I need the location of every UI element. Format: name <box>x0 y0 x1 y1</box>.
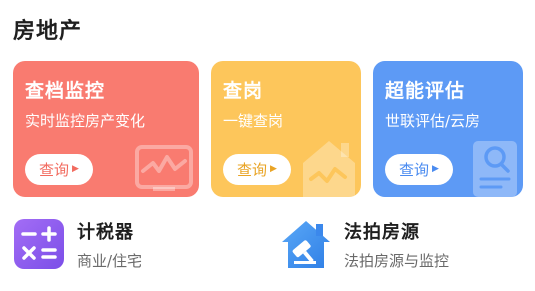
card-subtitle: 一键查岗 <box>223 112 284 130</box>
chart-monitor-icon <box>135 145 193 191</box>
tool-title: 法拍房源 <box>344 222 420 243</box>
arrow-right-icon: ▶ <box>72 164 79 174</box>
tool-title: 计税器 <box>77 222 134 243</box>
tool-subtitle: 商业/住宅 <box>77 252 143 270</box>
query-button[interactable]: 查询 ▶ <box>385 154 453 185</box>
card-check-post[interactable]: 查岗 一键查岗 查询 ▶ <box>211 61 361 197</box>
document-search-icon <box>473 141 517 197</box>
arrow-right-icon: ▶ <box>270 164 277 174</box>
tool-tax-calculator[interactable]: 计税器 商业/住宅 <box>13 214 253 274</box>
section-title: 房地产 <box>13 19 83 44</box>
query-button-label: 查询 <box>237 161 268 179</box>
card-subtitle: 世联评估/云房 <box>385 112 481 130</box>
calculator-icon <box>14 219 64 269</box>
query-button-label: 查询 <box>399 161 430 179</box>
tool-subtitle: 法拍房源与监控 <box>344 252 450 270</box>
card-title: 超能评估 <box>385 80 466 102</box>
card-archive-monitor[interactable]: 查档监控 实时监控房产变化 查询 ▶ <box>13 61 199 197</box>
tool-foreclosure-listings[interactable]: 法拍房源 法拍房源与监控 <box>280 214 520 274</box>
query-button-label: 查询 <box>39 161 70 179</box>
query-button[interactable]: 查询 ▶ <box>25 154 93 185</box>
house-chart-icon <box>303 141 355 197</box>
card-subtitle: 实时监控房产变化 <box>25 112 146 130</box>
card-super-evaluation[interactable]: 超能评估 世联评估/云房 查询 ▶ <box>373 61 523 197</box>
card-title: 查岗 <box>223 80 264 102</box>
card-title: 查档监控 <box>25 80 106 102</box>
arrow-right-icon: ▶ <box>432 164 439 174</box>
house-gavel-icon <box>282 221 330 268</box>
query-button[interactable]: 查询 ▶ <box>223 154 291 185</box>
